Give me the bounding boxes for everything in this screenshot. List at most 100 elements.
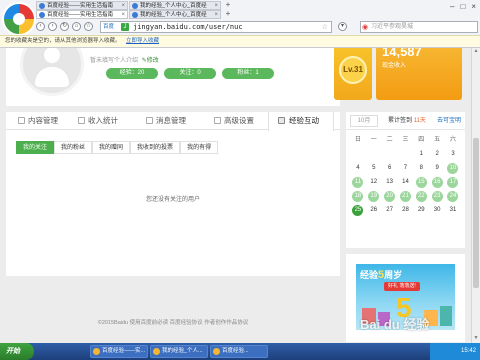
browser-tab[interactable]: 我的经验_个人中心_百度经 ×	[129, 10, 221, 19]
calendar-day[interactable]: 15	[413, 176, 429, 190]
day-number	[384, 148, 395, 159]
calendar-day[interactable]: 13	[382, 176, 398, 190]
taskbar-item[interactable]: 百度经验...	[210, 345, 268, 358]
calendar-day[interactable]: 18	[350, 190, 366, 204]
start-button[interactable]: 开始	[0, 343, 34, 360]
scroll-up-icon[interactable]: ▲	[472, 48, 480, 56]
experience-count-button[interactable]: 经验：20	[106, 68, 158, 79]
subtab-my-follows[interactable]: 我的关注	[16, 141, 55, 154]
calendar-day[interactable]: 10	[445, 162, 461, 176]
tab-close-icon[interactable]: ×	[121, 11, 125, 18]
scroll-thumb[interactable]	[473, 138, 479, 288]
search-engine-icon[interactable]: ◉	[362, 23, 368, 33]
calendar-day[interactable]: 5	[366, 162, 382, 176]
search-input[interactable]: ◉ 习近平参观昊城	[360, 21, 478, 33]
browser-logo-icon[interactable]	[2, 2, 36, 36]
calendar-day[interactable]: 28	[398, 204, 414, 218]
page-scrollbar[interactable]: ▲ ▼	[471, 48, 480, 343]
browser-tab-active[interactable]: 百度经验——实用生活指南 ×	[36, 10, 128, 19]
day-number: 15	[415, 177, 427, 188]
browser-tab[interactable]: 百度经验——实用生活指南 ×	[36, 1, 128, 10]
taskbar-item[interactable]: 我的经验_个人...	[150, 345, 208, 358]
home-icon[interactable]: ⌂	[72, 22, 81, 31]
calendar-day[interactable]: 1	[413, 148, 429, 162]
tab-content-management[interactable]: 内容管理	[18, 112, 58, 130]
import-bookmarks-link[interactable]: 立即导入收藏	[126, 38, 159, 44]
month-selector[interactable]: 10月	[350, 115, 378, 127]
minimize-icon[interactable]: –	[450, 2, 454, 11]
back-arrow-icon[interactable]: ‹	[36, 22, 45, 31]
calendar-day[interactable]: 23	[429, 190, 445, 204]
calendar-day[interactable]: 9	[429, 162, 445, 176]
calendar-day[interactable]: 26	[366, 204, 382, 218]
calendar-day[interactable]: 19	[366, 190, 382, 204]
address-bar[interactable]: 百度 J jingyan.baidu.com/user/nuc ☆	[100, 21, 332, 33]
intro-edit-link[interactable]: ✎修改	[142, 58, 159, 64]
day-number: 24	[447, 191, 459, 202]
bookmark-star-icon[interactable]: ☆	[322, 22, 328, 32]
calendar-day[interactable]: 20	[382, 190, 398, 204]
calendar-day[interactable]: 21	[398, 190, 414, 204]
clock[interactable]: 15:42	[461, 348, 476, 354]
tab-income-stats[interactable]: 收入统计	[78, 112, 118, 130]
tab-close-icon[interactable]: ×	[214, 2, 218, 9]
fans-count-button[interactable]: 粉丝：1	[222, 68, 274, 79]
calendar-day[interactable]: 8	[413, 162, 429, 176]
subtab-my-fans[interactable]: 我的粉丝	[54, 141, 93, 154]
taskbar-item[interactable]: 百度经验——实...	[90, 345, 148, 358]
calendar-day[interactable]: 7	[398, 162, 414, 176]
dropdown-icon[interactable]: ▾	[338, 22, 347, 31]
scroll-down-icon[interactable]: ▼	[472, 335, 480, 343]
tab-message-management[interactable]: 消息管理	[146, 112, 186, 130]
calendar-day[interactable]: 24	[445, 190, 461, 204]
follow-count-button[interactable]: 关注：0	[164, 68, 216, 79]
level-card[interactable]: Lv.31	[334, 48, 372, 100]
calendar-header: 10月 累计签到 11天 去可宝明	[346, 112, 465, 130]
day-number: 30	[433, 207, 441, 213]
browser-tab[interactable]: 我的经验_个人中心_百度经 ×	[129, 1, 221, 10]
info-bar: 您的收藏夹是空的，请从其他浏览器导入收藏。 立即导入收藏	[0, 35, 480, 47]
calendar-empty-cell	[382, 148, 398, 162]
wealth-card[interactable]: 14,587 现金收入	[376, 48, 462, 100]
avatar[interactable]	[20, 48, 84, 96]
calendar-day[interactable]: 4	[350, 162, 366, 176]
search-placeholder: 习近平参观昊城	[371, 24, 414, 30]
maximize-icon[interactable]: □	[460, 2, 465, 11]
calendar-day[interactable]: 25	[350, 204, 366, 218]
refresh-icon[interactable]: ↻	[60, 22, 69, 31]
calendar-day[interactable]: 12	[366, 176, 382, 190]
calendar-day[interactable]: 30	[429, 204, 445, 218]
day-number: 1	[419, 151, 423, 157]
tab-close-icon[interactable]: ×	[121, 2, 125, 9]
tab-close-icon[interactable]: ×	[214, 11, 218, 18]
tab-strip: 百度经验——实用生活指南 × 我的经验_个人中心_百度经 × + 百度经验——实…	[36, 0, 276, 20]
tab-experience-interaction[interactable]: 经验互动	[268, 112, 334, 131]
day-number: 10	[447, 163, 459, 174]
day-number: 6	[387, 165, 392, 171]
calendar-day[interactable]: 27	[382, 204, 398, 218]
star-icon[interactable]: ☆	[84, 22, 93, 31]
subtab-received-votes[interactable]: 我收到的投票	[130, 141, 181, 154]
forward-arrow-icon[interactable]: ›	[48, 22, 57, 31]
calendar-day[interactable]: 31	[445, 204, 461, 218]
day-number: 25	[352, 205, 364, 216]
main-panel: 内容管理 收入统计 消息管理 高级设置 经验互动 我的关注 我的粉丝 我的赠同	[6, 112, 340, 276]
tab-advanced-settings[interactable]: 高级设置	[214, 112, 254, 130]
calendar-day[interactable]: 17	[445, 176, 461, 190]
calendar-day[interactable]: 11	[350, 176, 366, 190]
new-tab-button[interactable]: +	[222, 10, 234, 19]
calendar-day[interactable]: 22	[413, 190, 429, 204]
calendar-day[interactable]: 14	[398, 176, 414, 190]
goto-link[interactable]: 去可宝明	[437, 112, 461, 130]
calendar-day[interactable]: 29	[413, 204, 429, 218]
calendar-day[interactable]: 2	[429, 148, 445, 162]
close-icon[interactable]: ×	[471, 2, 476, 11]
secure-shield-icon: J	[121, 23, 129, 31]
calendar-day[interactable]: 6	[382, 162, 398, 176]
subtab-my-endorse[interactable]: 我的赠同	[92, 141, 131, 154]
calendar-day[interactable]: 3	[445, 148, 461, 162]
interaction-icon	[278, 117, 285, 124]
info-bar-text: 您的收藏夹是空的，请从其他浏览器导入收藏。	[5, 38, 121, 44]
subtab-my-gains[interactable]: 我的有得	[180, 141, 219, 154]
calendar-day[interactable]: 16	[429, 176, 445, 190]
